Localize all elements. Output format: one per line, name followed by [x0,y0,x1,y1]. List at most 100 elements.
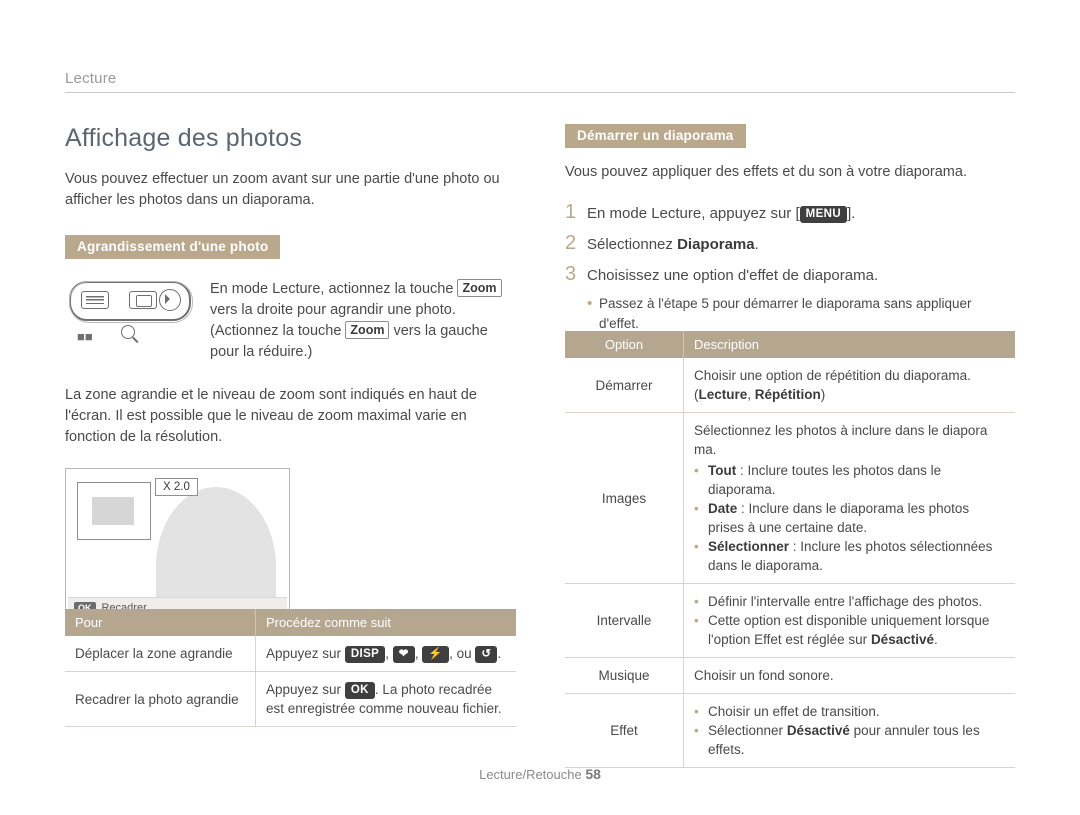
desc-demarrer-line1: Choisir une option de répétition du diap… [694,368,971,383]
desc-effet: • Choisir un effet de transition. • Séle… [683,693,1015,768]
desc-images: Sélectionnez les photos à inclure dans l… [683,412,1015,584]
magnifier-icon [121,325,135,344]
table-row: Démarrer Choisir une option de répétitio… [565,358,1015,413]
left-procedure-table: Pour Procédez comme suit Déplacer la zon… [65,609,516,727]
row-desc-crop-photo: Appuyez sur OK. La photo recadrée est en… [255,671,516,727]
desc-images-intro: Sélectionnez les photos à inclure dans l… [694,423,988,457]
value-tout: Tout [708,463,737,478]
step-1: 1 En mode Lecture, appuyez sur [MENU]. [565,201,1015,226]
desc-date-text: : Inclure dans le diaporama les photos p… [708,501,970,535]
thumbnail-key-icon [81,291,109,309]
move-prefix: Appuyez sur [266,646,342,661]
row-label-crop-photo: Recadrer la photo agrandie [65,671,256,727]
desc-images-tout: • Tout : Inclure toutes les photos dans … [694,461,1005,499]
comma: , [747,387,755,402]
zoom-lever-icon [159,289,181,311]
thumbnail-small-icon: ■■ [77,329,93,344]
step-2: 2 Sélectionnez Diaporama. [565,232,1015,257]
disp-key-icon: DISP [344,646,386,663]
bullet-icon: • [694,594,699,609]
paren-close: ) [820,387,826,402]
chapter-title: Lecture [65,70,117,87]
bullet-icon: • [694,723,699,738]
desc-effet-text1: Choisir un effet de transition. [708,704,880,719]
zoom-key-label-1: Zoom [457,279,502,297]
zoom-level-paragraph: La zone agrandie et le niveau de zoom so… [65,387,477,445]
desc-effet-2: • Sélectionner Désactivé pour annuler to… [694,721,1005,759]
table-row: Recadrer la photo agrandie Appuyez sur O… [65,671,516,727]
steps-list: 1 En mode Lecture, appuyez sur [MENU]. 2… [565,201,1015,334]
step-1-number: 1 [565,201,577,223]
table-row: Intervalle • Définir l'intervalle entre … [565,583,1015,658]
option-intervalle: Intervalle [565,583,684,658]
row-label-move-zone: Déplacer la zone agrandie [65,636,256,672]
left-column: Affichage des photos Vous pouvez effectu… [65,124,520,621]
table-header-description: Description [683,331,1015,358]
macro-key-icon: ❤ [392,646,415,663]
keys-or: ou [456,646,472,661]
option-images: Images [565,412,684,584]
desc-demarrer: Choisir une option de répétition du diap… [683,358,1015,413]
step-3-number: 3 [565,263,577,285]
right-column: Démarrer un diaporama Vous pouvez appliq… [565,124,1015,334]
value-selectionner: Sélectionner [708,539,790,554]
step-3-note: • Passez à l'étape 5 pour démarrer le di… [587,294,1015,334]
slideshow-intro: Vous pouvez appliquer des effets et du s… [565,164,967,180]
value-date: Date [708,501,738,516]
desc-intervalle-2: • Cette option est disponible uniquement… [694,611,1005,649]
desc-images-date: • Date : Inclure dans le diaporama les p… [694,499,1005,537]
value-repetition: Répétition [754,387,821,402]
flash-key-icon: ⚡ [422,646,450,663]
page-title: Affichage des photos [65,124,303,152]
header-divider [65,92,1015,93]
desc-tout-text: : Inclure toutes les photos dans le diap… [708,463,942,497]
bullet-icon: • [694,539,699,554]
desc-intervalle-1: • Définir l'intervalle entre l'affichage… [694,592,1005,611]
move-suffix: . [497,646,502,661]
row-desc-move-zone: Appuyez sur DISP, ❤, ⚡, ou ↺. [255,636,516,672]
bullet-icon: • [694,501,699,516]
step-2-pre: Sélectionnez [587,236,678,253]
page-number: 58 [585,766,601,782]
crop-prefix: Appuyez sur [266,682,342,697]
step-2-text: Sélectionnez Diaporama. [587,233,759,257]
intro-paragraph: Vous pouvez effectuer un zoom avant sur … [65,171,500,208]
step-3-note-text: Passez à l'étape 5 pour démarrer le diap… [599,296,972,331]
step-1-post: ]. [847,205,856,222]
menu-key-icon: MENU [799,206,848,223]
value-lecture: Lecture [698,387,748,402]
step-2-number: 2 [565,232,577,254]
timer-key-icon: ↺ [475,646,498,663]
table-header-row: Option Description [565,331,1015,358]
option-musique: Musique [565,657,684,694]
step-2-bold: Diaporama [677,236,755,253]
bullet-icon: • [694,613,699,628]
desc-effet-1: • Choisir un effet de transition. [694,702,1005,721]
step-3: 3 Choisissez une option d'effet de diapo… [565,263,1015,288]
footer-label: Lecture/Retouche [479,767,586,782]
table-header-pour: Pour [65,609,256,636]
step-3-text: Choisissez une option d'effet de diapora… [587,267,879,284]
page-footer: Lecture/Retouche 58 [0,766,1080,782]
option-demarrer: Démarrer [565,358,684,413]
option-effet: Effet [565,693,684,768]
zoom-key-label-2: Zoom [345,321,390,339]
figure-explanation: En mode Lecture, actionnez la touche Zoo… [210,277,520,363]
bullet-icon: • [694,704,699,719]
desc-intervalle-pre: Cette option est disponible uniquement l… [708,613,990,647]
subsection-heading-slideshow: Démarrer un diaporama [565,124,746,148]
bullet-icon: • [587,295,593,312]
desc-intervalle: • Définir l'intervalle entre l'affichage… [683,583,1015,658]
camera-figure: ■■ [65,277,210,363]
value-desactive-2: Désactivé [786,723,850,738]
sample-photo-screen: X 2.0 OK Recadrer [65,468,290,621]
step-2-post: . [754,236,759,253]
figure-text-1: En mode Lecture, actionnez la touche [210,281,454,297]
subsection-heading-zoom: Agrandissement d'une photo [65,235,281,259]
desc-images-selectionner: • Sélectionner : Inclure les photos séle… [694,537,1005,575]
zoom-key-icon [129,291,157,309]
step-1-text: En mode Lecture, appuyez sur [MENU]. [587,202,855,226]
figure-row: ■■ En mode Lecture, actionnez la touche … [65,277,520,363]
desc-intervalle-post: . [933,632,938,647]
table-row: Déplacer la zone agrandie Appuyez sur DI… [65,636,516,672]
